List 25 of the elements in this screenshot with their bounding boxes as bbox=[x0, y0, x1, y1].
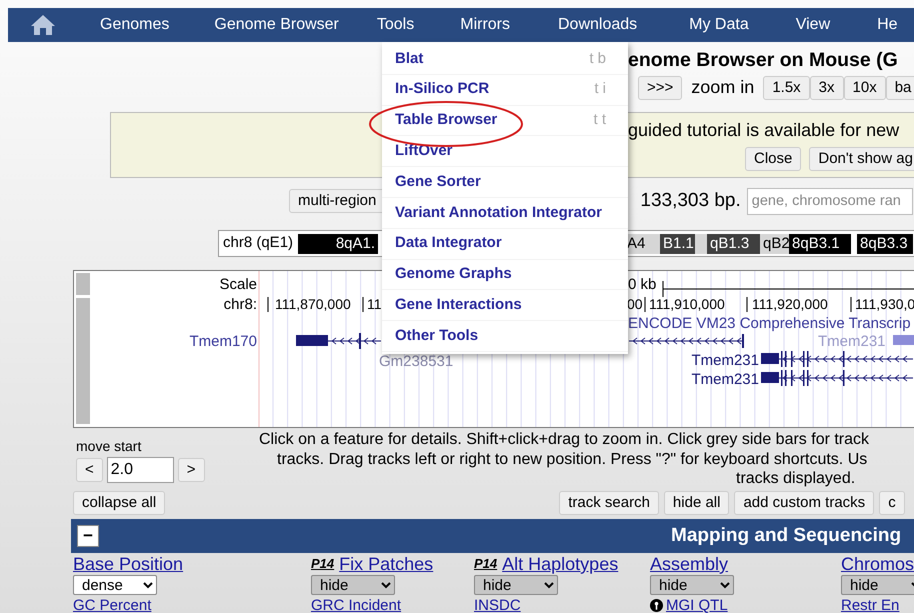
chromosome-band: 8qB3.1 bbox=[789, 234, 852, 254]
chromosome-band: qB1.3 bbox=[707, 234, 760, 254]
chromosome-band: 8qA1. bbox=[298, 234, 378, 254]
chromosome-band: qB2 bbox=[760, 234, 790, 254]
zoom-label: zoom in bbox=[691, 76, 754, 99]
page-title: enome Browser on Mouse (G bbox=[628, 48, 899, 73]
release-tag: P14 bbox=[474, 554, 498, 574]
chromosome-band: 8qB3.3 bbox=[857, 234, 914, 254]
section-title: Mapping and Sequencing bbox=[671, 524, 902, 548]
chromosome-label: chr8 (qE1) bbox=[222, 233, 294, 254]
ruler-label: 00 bbox=[627, 296, 643, 312]
ruler-label: 111,910,000 bbox=[649, 296, 725, 312]
release-tag: P14 bbox=[311, 554, 334, 574]
ruler-label: 111,870,000 bbox=[275, 296, 351, 312]
chromosome-band: B1.1 bbox=[660, 234, 696, 254]
scale-text: 0 kb bbox=[628, 276, 656, 293]
ruler-label: 11 bbox=[367, 296, 382, 312]
instructions-text: Click on a feature for details. Shift+click+drag to zoom in. Click grey side bars for track tracks. Drag tracks left or right to new position. Press "?" for keyboard shortcuts. Us tracks displayed. bbox=[259, 430, 870, 488]
region-size: 133,303 bp. bbox=[640, 188, 741, 213]
move-start-label: move start bbox=[76, 437, 142, 456]
tutorial-message: guided tutorial is available for new bbox=[628, 119, 900, 141]
ruler-label: 111,920,000 bbox=[752, 296, 828, 312]
chromosome-label: chr8: bbox=[224, 296, 257, 313]
track-title: ENCODE VM23 Comprehensive Transcrip bbox=[628, 315, 911, 332]
scale-label: Scale bbox=[219, 276, 257, 293]
